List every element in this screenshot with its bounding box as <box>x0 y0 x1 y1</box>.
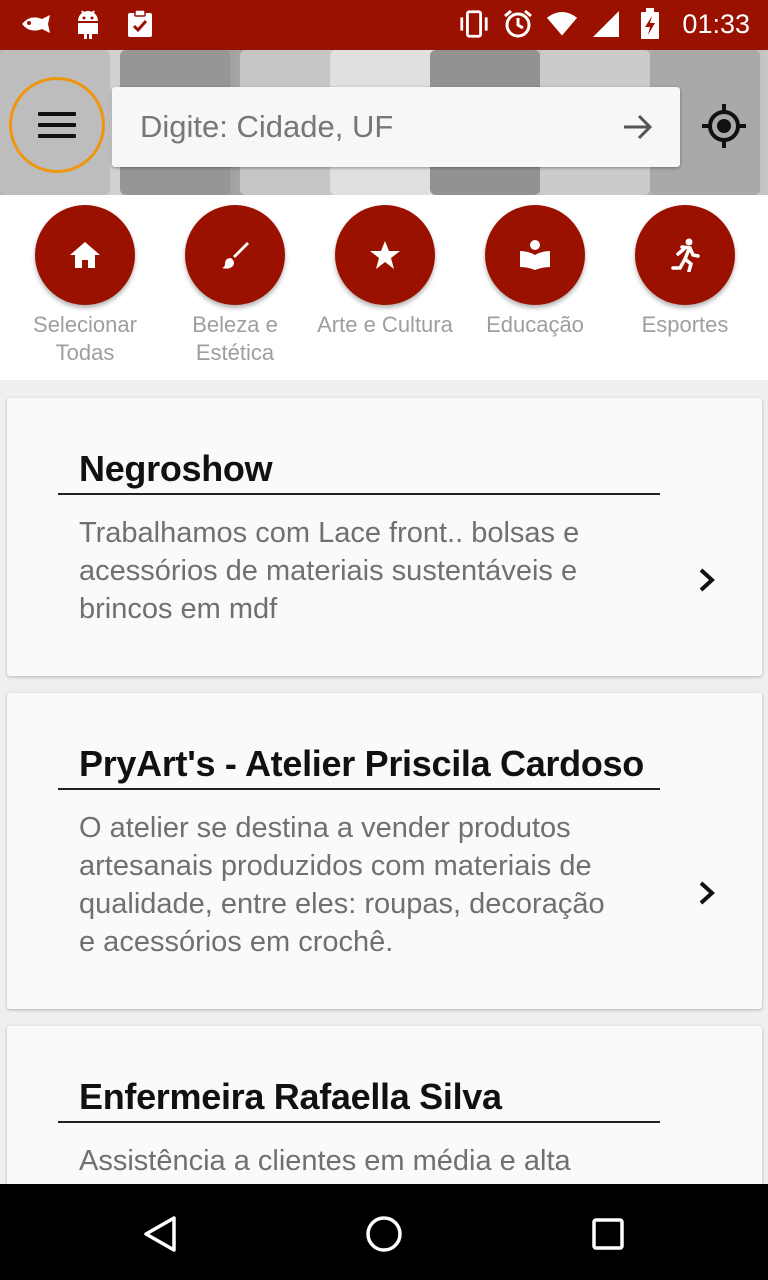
search-header <box>0 50 768 195</box>
recents-icon[interactable] <box>586 1212 630 1256</box>
my-location-icon[interactable] <box>700 102 748 150</box>
category-selecionar-todas[interactable]: Selecionar Todas <box>10 205 160 367</box>
status-bar: 01:33 <box>0 0 768 50</box>
listing-title: PryArt's - Atelier Priscila Cardoso <box>79 743 644 784</box>
category-arte-cultura[interactable]: Arte e Cultura <box>310 205 460 339</box>
book-reader-icon <box>520 240 550 270</box>
wifi-icon <box>546 8 578 40</box>
category-circle[interactable] <box>185 205 285 305</box>
arrow-right-icon[interactable] <box>622 113 654 141</box>
listing-description: Assistência a clientes em média e alta <box>79 1145 571 1177</box>
system-nav-bar <box>0 1184 768 1280</box>
menu-button[interactable] <box>9 77 105 173</box>
home-nav-icon[interactable] <box>362 1212 406 1256</box>
listing-title: Negroshow <box>79 448 273 489</box>
back-icon[interactable] <box>138 1212 182 1256</box>
battery-charging-icon <box>634 8 666 40</box>
category-beleza-estetica[interactable]: Beleza e Estética <box>160 205 310 367</box>
home-icon <box>70 242 100 268</box>
category-circle[interactable] <box>335 205 435 305</box>
signal-icon <box>590 8 622 40</box>
title-divider <box>58 1121 660 1123</box>
category-label: Selecionar Todas <box>33 312 137 365</box>
category-label: Esportes <box>641 312 729 337</box>
listing-title: Enfermeira Rafaella Silva <box>79 1076 502 1117</box>
fish-icon <box>20 8 52 40</box>
category-circle[interactable] <box>635 205 735 305</box>
brush-icon <box>222 242 249 269</box>
search-box <box>112 87 680 167</box>
runner-icon <box>671 238 700 272</box>
alarm-icon <box>502 8 534 40</box>
android-icon <box>72 8 104 40</box>
title-divider <box>58 788 660 790</box>
category-label: Educação <box>486 312 584 337</box>
listing-description: Trabalhamos com Lace front.. bolsas e ac… <box>79 517 580 625</box>
category-filter-bar: Selecionar Todas Beleza e Estética Arte … <box>0 195 768 380</box>
search-input[interactable] <box>140 105 600 149</box>
category-label: Beleza e Estética <box>192 312 278 365</box>
category-esportes[interactable]: Esportes <box>610 205 760 339</box>
listing-card[interactable]: PryArt's - Atelier Priscila Cardoso O at… <box>7 693 762 1009</box>
chevron-right-icon[interactable] <box>696 879 718 907</box>
hamburger-icon <box>38 112 76 138</box>
listing-card[interactable]: Negroshow Trabalhamos com Lace front.. b… <box>7 398 762 676</box>
category-circle[interactable] <box>35 205 135 305</box>
clipboard-check-icon <box>124 8 156 40</box>
listing-description: O atelier se destina a vender produtos a… <box>79 812 605 958</box>
title-divider <box>58 493 660 495</box>
vibrate-icon <box>458 8 490 40</box>
category-circle[interactable] <box>485 205 585 305</box>
chevron-right-icon[interactable] <box>696 566 718 594</box>
category-label: Arte e Cultura <box>317 312 453 337</box>
clock-time: 01:33 <box>682 8 750 39</box>
category-educacao[interactable]: Educação <box>460 205 610 339</box>
star-icon <box>370 241 400 269</box>
